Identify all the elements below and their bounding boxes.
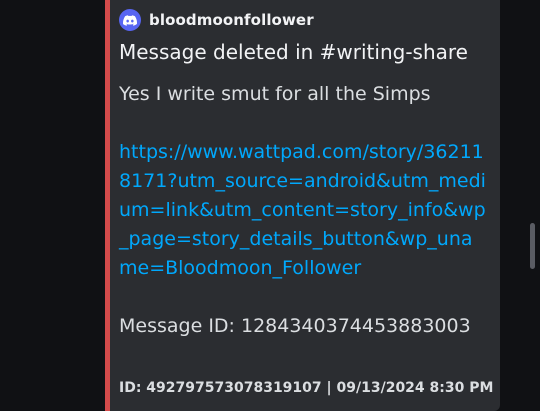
message-id-text: Message ID: 1284340374453883003 — [119, 315, 471, 337]
embed-author-name[interactable]: bloodmoonfollower — [149, 11, 314, 29]
discord-icon — [119, 9, 141, 31]
embed-title: Message deleted in #writing-share — [119, 40, 468, 64]
embed-author: bloodmoonfollower — [119, 9, 314, 31]
embed-footer: ID: 492797573078319107 | 09/13/2024 8:30… — [119, 380, 494, 396]
wattpad-story-link[interactable]: https://www.wattpad.com/story/362118171?… — [119, 138, 489, 283]
scrollbar-thumb[interactable] — [530, 223, 535, 269]
embed-accent-bar — [105, 0, 110, 411]
embed-description: Yes I write smut for all the Simps https… — [119, 80, 489, 341]
discord-chat-view: bloodmoonfollower Message deleted in #wr… — [0, 0, 540, 411]
message-embed: bloodmoonfollower Message deleted in #wr… — [105, 0, 500, 411]
description-text: Yes I write smut for all the Simps — [119, 83, 431, 105]
description-spacer — [119, 109, 489, 138]
